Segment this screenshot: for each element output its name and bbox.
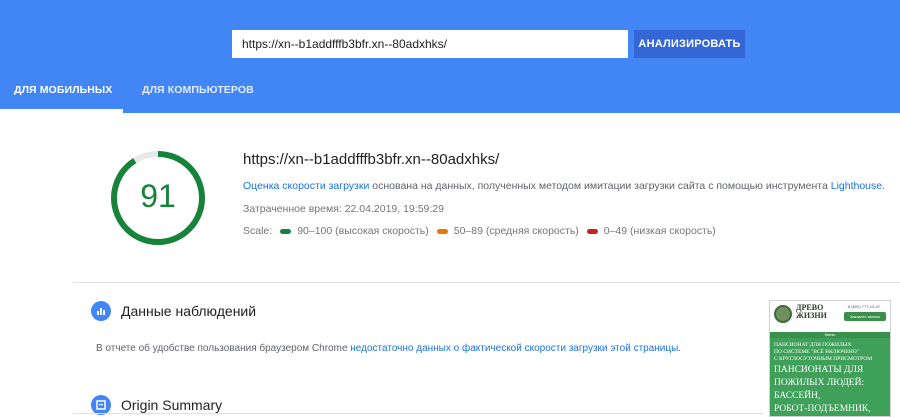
bottom-divider bbox=[73, 413, 763, 414]
performance-score: 91 bbox=[140, 178, 176, 214]
analyze-button[interactable]: АНАЛИЗИРОВАТЬ bbox=[634, 30, 745, 58]
screenshot-header: ДРЕВО ЖИЗНИ 8 (800) 777-13-47 Заказать з… bbox=[770, 301, 890, 331]
elapsed-time: Затраченное время: 22.04.2019, 19:59:29 bbox=[243, 203, 444, 215]
scale-average-label: 50–89 (средняя скорость) bbox=[453, 225, 579, 237]
score-description: Оценка скорости загрузки основана на дан… bbox=[243, 180, 885, 192]
url-input[interactable] bbox=[232, 30, 628, 58]
hero-small-2: ПО СИСТЕМЕ "ВСЁ ВКЛЮЧЕНО" bbox=[774, 349, 859, 355]
hero-big-3: БАССЕЙН, bbox=[774, 391, 821, 401]
hero-small-3: С КРУГЛОСУТОЧНЫМ ПРИСМОТРОМ bbox=[774, 356, 873, 362]
screenshot-call-button: Заказать звонок bbox=[844, 312, 886, 321]
bar-chart-icon bbox=[91, 301, 111, 321]
field-data-link[interactable]: недостаточно данных о фактической скорос… bbox=[350, 343, 678, 354]
scale-slow-label: 0–49 (низкая скорость) bbox=[603, 225, 716, 237]
hero-big-2: ПОЖИЛЫХ ЛЮДЕЙ: bbox=[774, 378, 865, 388]
result-url: https://xn--b1addfffb3bfr.xn--80adxhks/ bbox=[243, 151, 500, 168]
field-data-prefix: В отчете об удобстве пользования браузер… bbox=[96, 343, 351, 354]
section-divider bbox=[73, 282, 900, 283]
tab-desktop[interactable]: ДЛЯ КОМПЬЮТЕРОВ bbox=[142, 84, 254, 96]
scale-average-dot bbox=[436, 228, 448, 234]
hero-big-4: РОБОТ-ПОДЪЕМНИК, bbox=[774, 404, 871, 414]
scale-label: Scale: bbox=[243, 225, 273, 237]
hero-small-1: ПАНСИОНАТ ДЛЯ ПОЖИЛЫХ bbox=[774, 342, 852, 348]
header-bar: АНАЛИЗИРОВАТЬ ДЛЯ МОБИЛЬНЫХ ДЛЯ КОМПЬЮТЕ… bbox=[0, 0, 900, 113]
field-data-text: В отчете об удобстве пользования браузер… bbox=[96, 343, 681, 354]
score-info-link[interactable]: Оценка скорости загрузки bbox=[243, 180, 369, 192]
origin-summary-title: Origin Summary bbox=[121, 397, 223, 413]
active-tab-indicator bbox=[0, 109, 123, 113]
field-data-title: Данные наблюдений bbox=[121, 303, 257, 319]
screenshot-phone: 8 (800) 777-13-47 bbox=[848, 304, 881, 309]
screenshot-hero: ПАНСИОНАТ ДЛЯ ПОЖИЛЫХ ПО СИСТЕМЕ "ВСЁ ВК… bbox=[770, 338, 890, 416]
scale-fast-dot bbox=[280, 228, 292, 234]
brand-line-2: ЖИЗНИ bbox=[796, 311, 827, 320]
origin-summary-icon bbox=[91, 395, 111, 415]
lighthouse-link[interactable]: Lighthouse bbox=[831, 180, 882, 192]
hero-big-1: ПАНСИОНАТЫ ДЛЯ bbox=[774, 365, 864, 375]
page-screenshot: ДРЕВО ЖИЗНИ 8 (800) 777-13-47 Заказать з… bbox=[769, 300, 891, 417]
score-scale: Scale: 90–100 (высокая скорость) 50–89 (… bbox=[243, 225, 716, 237]
tree-logo-icon bbox=[774, 305, 792, 323]
scale-slow-dot bbox=[586, 228, 598, 234]
tab-mobile[interactable]: ДЛЯ МОБИЛЬНЫХ bbox=[14, 84, 112, 96]
scale-fast-label: 90–100 (высокая скорость) bbox=[297, 225, 429, 237]
screenshot-brand: ДРЕВО ЖИЗНИ bbox=[796, 304, 827, 320]
field-data-suffix: . bbox=[678, 343, 682, 354]
desc-text: основана на данных, полученных методом и… bbox=[369, 180, 831, 192]
desc-end: . bbox=[882, 180, 886, 192]
